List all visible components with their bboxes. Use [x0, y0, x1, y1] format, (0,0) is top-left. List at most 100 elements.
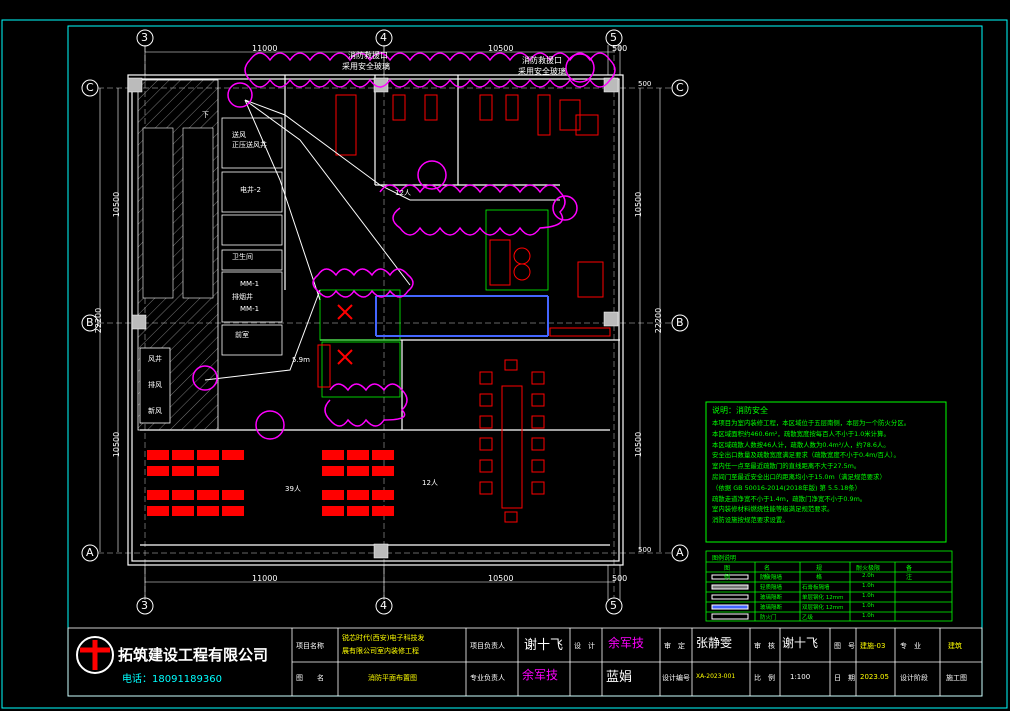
design-signature: 余军技: [608, 636, 645, 650]
axis-label-4-top: 4: [380, 31, 387, 44]
owner-label: 项目负责人: [470, 642, 505, 650]
project-name-2: 展有限公司室内装修工程: [342, 647, 419, 655]
label-mm2: MM-1: [240, 305, 260, 313]
label-occupancy-3: 12人: [422, 479, 438, 487]
design-label: 设 计: [574, 642, 595, 650]
drawing-label: 图 名: [296, 674, 324, 682]
axis-label-5-bottom: 5: [610, 599, 617, 612]
legend-cell: 石膏板隔墙: [802, 585, 830, 591]
project-label: 项目名称: [296, 642, 324, 650]
note-line: 室内装修材料燃烧性能等级满足规范要求。: [712, 505, 834, 514]
dim-right-1: 10500: [634, 191, 644, 218]
label-front: 前室: [235, 331, 249, 339]
legend-header: 规格: [816, 565, 823, 581]
axis-label-b-left: B: [86, 316, 94, 329]
legend-header: 耐火极限: [856, 565, 881, 572]
axis-label-3-bottom: 3: [141, 599, 148, 612]
legend-cell: 单层钢化 12mm: [802, 595, 844, 601]
scale-label: 比 例: [754, 674, 775, 682]
axis-label-a-left: A: [86, 546, 94, 559]
label-shaft: 送风 正压送风井: [232, 131, 267, 149]
check-signature: 蓝娟: [606, 670, 633, 685]
phase-value: 施工图: [946, 674, 967, 682]
audit-signature: 谢十飞: [782, 636, 819, 650]
axis-label-c-left: C: [86, 81, 94, 94]
dim-top-1: 11000: [252, 44, 278, 53]
owner-signature: 谢十飞: [524, 638, 564, 653]
label-pipe-well: 电井-2: [240, 186, 261, 194]
code-value: XA-2023-001: [696, 673, 736, 680]
dim-right-2: 22200: [654, 307, 664, 334]
legend-cell: 2.0h: [862, 573, 875, 579]
label-fire-window-2b: 采用安全玻璃: [518, 67, 566, 76]
legend-cell: 1.0h: [862, 613, 875, 619]
label-mm1: MM-1: [240, 280, 260, 288]
audit-label: 审 核: [754, 642, 775, 650]
dim-right-small-1: 500: [638, 80, 652, 88]
legend-cell: 1.0h: [862, 603, 875, 609]
label-fire-window-1b: 采用安全玻璃: [342, 62, 390, 71]
label-distance: 5.9m: [292, 356, 310, 364]
dim-left-3: 10500: [112, 431, 122, 458]
axis-label-c-right: C: [676, 81, 684, 94]
axis-label-3-top: 3: [141, 31, 148, 44]
pro-label: 专业负责人: [470, 674, 505, 682]
legend-cell: 1.0h: [862, 583, 875, 589]
legend-cell: 1.0h: [862, 593, 875, 599]
dim-right-3: 10500: [634, 431, 644, 458]
dim-bottom-2: 10500: [488, 574, 514, 583]
label-side3: 新风: [148, 407, 162, 415]
dim-top-2: 10500: [488, 44, 514, 53]
review-label: 审 定: [664, 642, 685, 650]
note-line: 本区域面积约460.6m²，疏散宽度按每百人不小于1.0米计算。: [712, 429, 890, 438]
legend-cell: 轻质隔墙: [760, 585, 783, 591]
dim-bottom-1: 11000: [252, 574, 278, 583]
text-layer: 11000 10500 500 11000 10500 500 10500 22…: [0, 0, 1010, 711]
figure-label: 图 号: [834, 642, 855, 650]
label-fire-window-1: 消防救援口: [348, 51, 388, 60]
company-name: 拓筑建设工程有限公司: [118, 646, 269, 664]
label-occupancy-1: 12人: [395, 189, 411, 197]
legend-header: 图例: [724, 565, 731, 581]
axis-label-5-top: 5: [610, 31, 617, 44]
axis-label-a-right: A: [676, 546, 684, 559]
label-shaft2: 排烟井: [232, 293, 253, 301]
legend-cell: 乙级: [802, 615, 814, 621]
dim-left-1: 10500: [112, 191, 122, 218]
note-line: 室内任一点至最近疏散门的直线距离不大于27.5m。: [712, 462, 861, 471]
note-line: 本区域疏散人数按46人计，疏散人数为0.4m²/人，约78.6人。: [712, 440, 890, 449]
legend-header: 备注: [906, 565, 913, 581]
legend-cell: 玻璃隔断: [760, 595, 783, 601]
company-phone: 电话：18091189360: [122, 674, 222, 685]
code-label: 设计编号: [662, 674, 690, 682]
review-signature: 张静雯: [696, 636, 733, 650]
date-label: 日 期: [834, 674, 855, 682]
legend-title: 图例说明: [712, 555, 737, 562]
dim-bottom-3: 500: [612, 574, 628, 583]
label-side1: 风井: [148, 355, 162, 363]
label-stair-down: 下: [202, 111, 209, 119]
label-fire-window-2: 消防救援口: [522, 56, 562, 65]
label-side2: 排风: [148, 381, 162, 389]
drawing-name: 消防平面布置图: [368, 674, 417, 682]
note-line: （依据 GB 50016-2014(2018年版) 第 5.5.18条）: [712, 483, 862, 492]
legend-cell: 防火隔墙: [760, 575, 783, 581]
note-line: 本项目为室内装修工程，本区域位于五层南侧，本层为一个防火分区。: [712, 419, 911, 427]
label-restroom: 卫生间: [232, 253, 253, 261]
axis-label-4-bottom: 4: [380, 599, 387, 612]
axis-label-b-right: B: [676, 316, 684, 329]
note-line: 房间门至最近安全出口的距离均小于15.0m（满足规范要求）: [712, 472, 886, 481]
note-line: 疏散走道净宽不小于1.4m，疏散门净宽不小于0.9m。: [712, 494, 867, 503]
label-occupancy-2: 39人: [285, 485, 301, 493]
project-name-1: 锐芯时代(西安)电子科技发: [342, 634, 425, 642]
legend-cell: 双层钢化 12mm: [802, 605, 844, 611]
phase-label: 设计阶段: [900, 674, 928, 682]
pro-signature: 余军技: [522, 668, 559, 682]
dim-right-small-2: 500: [638, 546, 652, 554]
date-value: 2023.05: [860, 673, 889, 681]
scale-value: 1:100: [790, 673, 811, 681]
dim-top-3: 500: [612, 44, 628, 53]
legend-cell: 玻璃隔断: [760, 605, 783, 611]
spec-label: 专 业: [900, 642, 921, 650]
dim-left-2: 22200: [94, 307, 104, 334]
